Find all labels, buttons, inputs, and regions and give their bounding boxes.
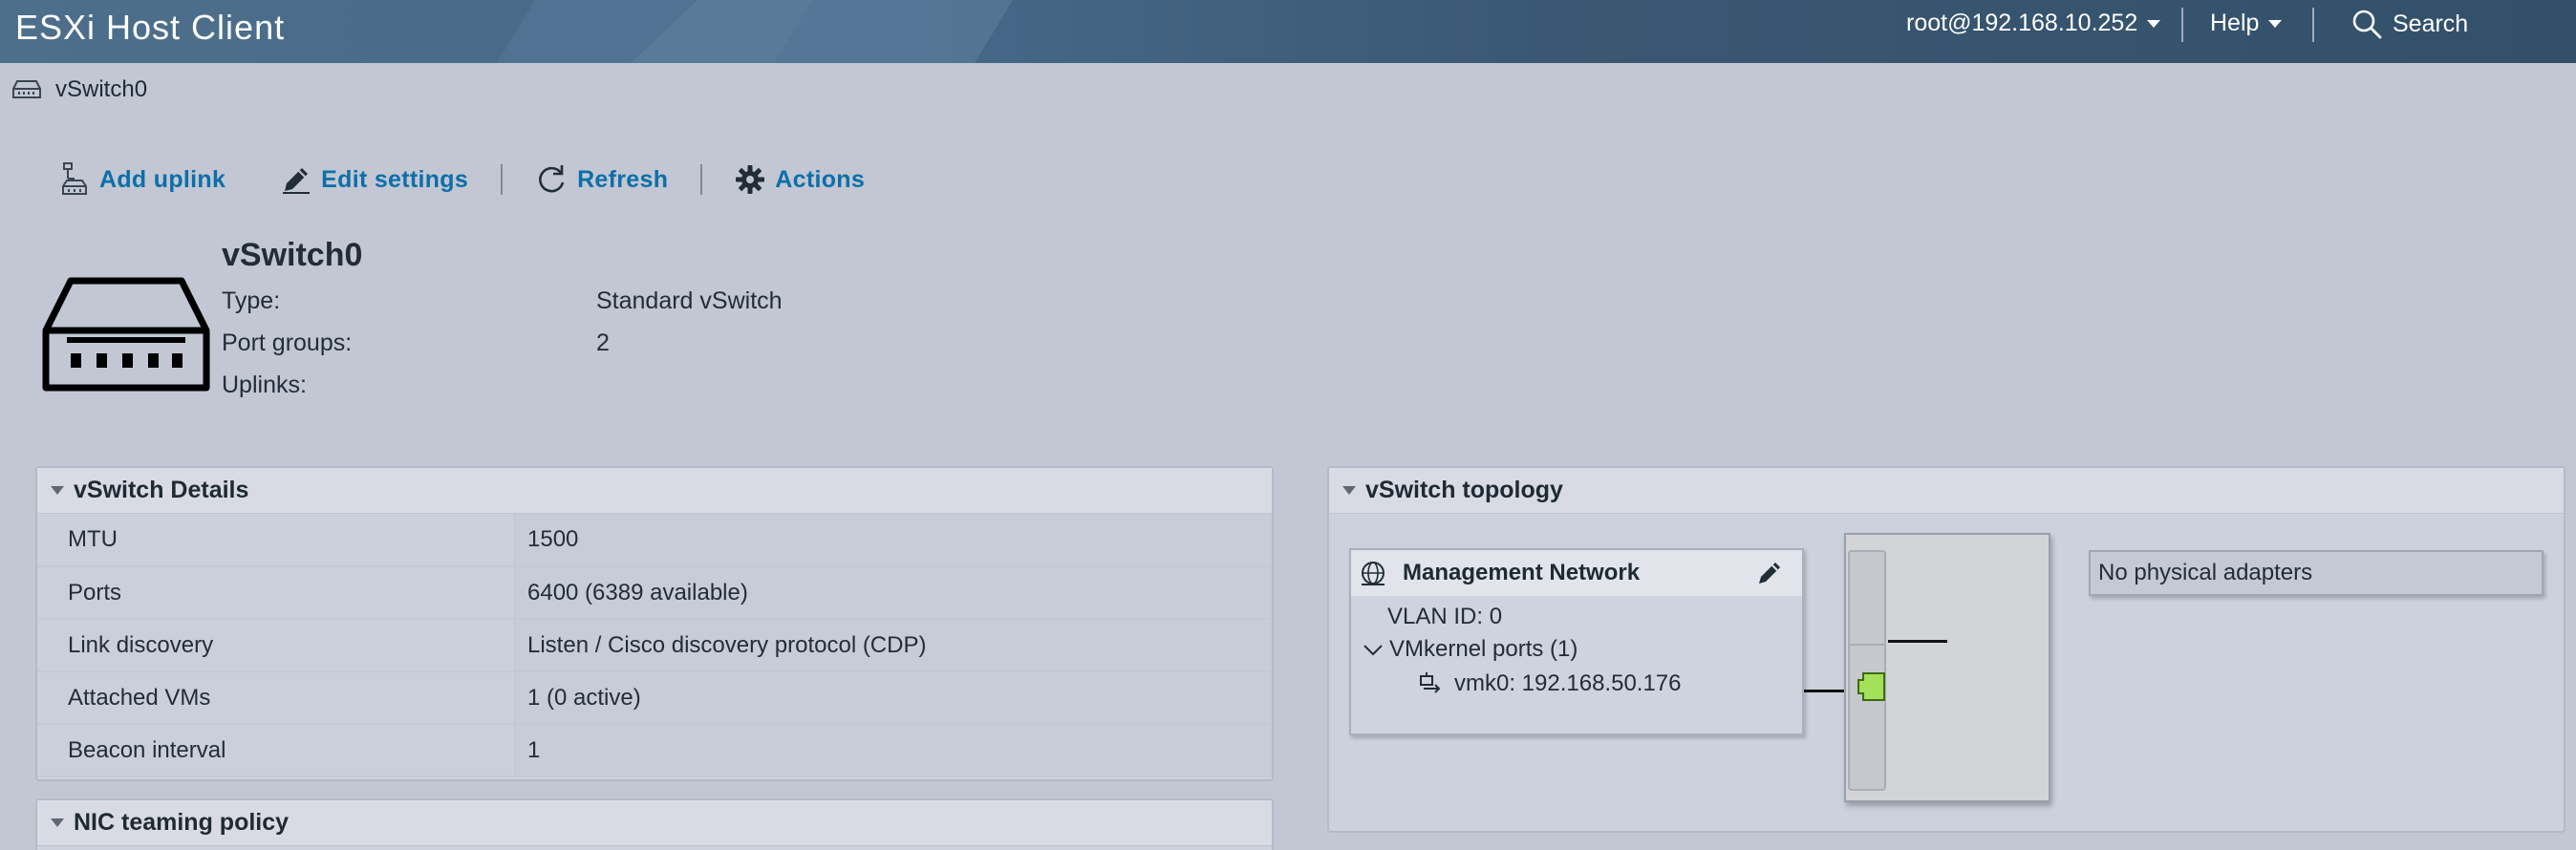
no-physical-adapters-label: No physical adapters bbox=[2098, 560, 2313, 585]
collapse-triangle-icon bbox=[51, 486, 64, 495]
vswitch-details-panel: vSwitch Details MTU 1500 Ports 6400 (638… bbox=[35, 466, 1274, 781]
help-menu[interactable]: Help bbox=[2210, 10, 2283, 37]
breadcrumb: vSwitch0 bbox=[11, 76, 147, 103]
actions-button[interactable]: Actions bbox=[735, 164, 865, 195]
details-key: MTU bbox=[37, 514, 516, 567]
vmk-port-item[interactable]: vmk0: 192.168.50.176 bbox=[1418, 670, 1682, 697]
port-group-box[interactable]: Management Network VLAN ID: 0 VMkernel p… bbox=[1349, 548, 1804, 735]
search-button[interactable]: Search bbox=[2351, 8, 2468, 40]
vswitch-details-title: vSwitch Details bbox=[74, 477, 249, 503]
table-row: Attached VMs 1 (0 active) bbox=[37, 671, 1272, 725]
search-label: Search bbox=[2393, 10, 2469, 37]
add-uplink-button[interactable]: Add uplink bbox=[59, 161, 225, 198]
table-row: MTU 1500 bbox=[37, 514, 1272, 567]
toolbar: Add uplink Edit settings Refresh Actions bbox=[59, 160, 865, 199]
collapse-triangle-icon bbox=[1342, 486, 1356, 495]
vmkernel-ports-toggle[interactable]: VMkernel ports (1) bbox=[1363, 636, 1578, 663]
summary-type-label: Type: bbox=[222, 287, 281, 314]
edit-pencil-icon[interactable] bbox=[1756, 558, 1785, 586]
nic-teaming-panel: NIC teaming policy bbox=[35, 798, 1274, 850]
toolbar-divider bbox=[700, 164, 703, 195]
app-title: ESXi Host Client bbox=[15, 8, 286, 47]
refresh-icon bbox=[539, 165, 565, 193]
user-menu[interactable]: root@192.168.10.252 bbox=[1906, 10, 2161, 37]
refresh-label: Refresh bbox=[577, 165, 669, 193]
pencil-icon bbox=[283, 168, 311, 194]
no-physical-adapters-box: No physical adapters bbox=[2089, 550, 2544, 596]
edit-settings-button[interactable]: Edit settings bbox=[281, 164, 468, 195]
top-header: ESXi Host Client root@192.168.10.252 Hel… bbox=[0, 0, 2576, 63]
vswitch-topology-header[interactable]: vSwitch topology bbox=[1329, 468, 2564, 514]
actions-label: Actions bbox=[775, 165, 866, 193]
header-decoration bbox=[631, 0, 1013, 63]
port-group-header: Management Network bbox=[1351, 550, 1802, 596]
chevron-down-icon bbox=[1363, 645, 1383, 656]
toolbar-divider bbox=[501, 164, 504, 195]
vmk-port-label: vmk0: 192.168.50.176 bbox=[1454, 670, 1682, 696]
details-value: 1 (0 active) bbox=[515, 671, 1272, 725]
vswitch-icon bbox=[12, 80, 41, 98]
details-key: Ports bbox=[37, 566, 516, 620]
vswitch-topology-title: vSwitch topology bbox=[1365, 477, 1563, 503]
details-value: 1 bbox=[515, 724, 1272, 777]
table-row: Ports 6400 (6389 available) bbox=[37, 566, 1272, 620]
port-group-name: Management Network bbox=[1403, 560, 1641, 585]
summary-type-value: Standard vSwitch bbox=[596, 287, 783, 314]
vmkernel-ports-label: VMkernel ports (1) bbox=[1389, 636, 1578, 662]
search-icon bbox=[2352, 10, 2382, 39]
add-uplink-label: Add uplink bbox=[99, 165, 226, 193]
refresh-button[interactable]: Refresh bbox=[535, 163, 668, 196]
vmkernel-port-icon bbox=[1420, 672, 1441, 693]
chevron-down-icon bbox=[2147, 19, 2161, 28]
edit-settings-label: Edit settings bbox=[321, 165, 469, 193]
vlan-id: VLAN ID: 0 bbox=[1387, 604, 1503, 629]
summary-title: vSwitch0 bbox=[222, 237, 363, 273]
gear-icon bbox=[736, 165, 765, 194]
connector-line bbox=[1804, 690, 1848, 692]
table-row: Link discovery Listen / Cisco discovery … bbox=[37, 619, 1272, 672]
vswitch-details-header[interactable]: vSwitch Details bbox=[37, 468, 1272, 514]
add-uplink-icon bbox=[62, 162, 87, 195]
nic-teaming-header[interactable]: NIC teaming policy bbox=[37, 800, 1272, 846]
header-divider bbox=[2312, 8, 2314, 42]
chevron-down-icon bbox=[2268, 19, 2283, 28]
summary-portgroups-label: Port groups: bbox=[222, 329, 353, 356]
vswitch-diagram bbox=[1844, 533, 2050, 802]
details-value: Listen / Cisco discovery protocol (CDP) bbox=[515, 619, 1272, 672]
network-globe-icon bbox=[1362, 562, 1385, 585]
vswitch-large-icon bbox=[42, 277, 210, 392]
details-value: 6400 (6389 available) bbox=[515, 566, 1272, 620]
summary-portgroups-value: 2 bbox=[596, 329, 610, 356]
help-label: Help bbox=[2210, 10, 2260, 36]
details-key: Beacon interval bbox=[37, 724, 516, 777]
details-key: Link discovery bbox=[37, 619, 516, 672]
uplink-line bbox=[1888, 640, 1947, 643]
summary-uplinks-label: Uplinks: bbox=[222, 372, 307, 398]
collapse-triangle-icon bbox=[51, 818, 64, 827]
port-connector-icon bbox=[1857, 672, 1885, 701]
breadcrumb-label: vSwitch0 bbox=[55, 76, 148, 102]
details-table: MTU 1500 Ports 6400 (6389 available) Lin… bbox=[37, 514, 1272, 777]
table-row: Beacon interval 1 bbox=[37, 724, 1272, 777]
user-label: root@192.168.10.252 bbox=[1906, 10, 2138, 36]
details-key: Attached VMs bbox=[37, 671, 516, 725]
header-divider bbox=[2181, 8, 2183, 42]
details-value: 1500 bbox=[515, 514, 1272, 567]
nic-teaming-title: NIC teaming policy bbox=[74, 809, 290, 836]
